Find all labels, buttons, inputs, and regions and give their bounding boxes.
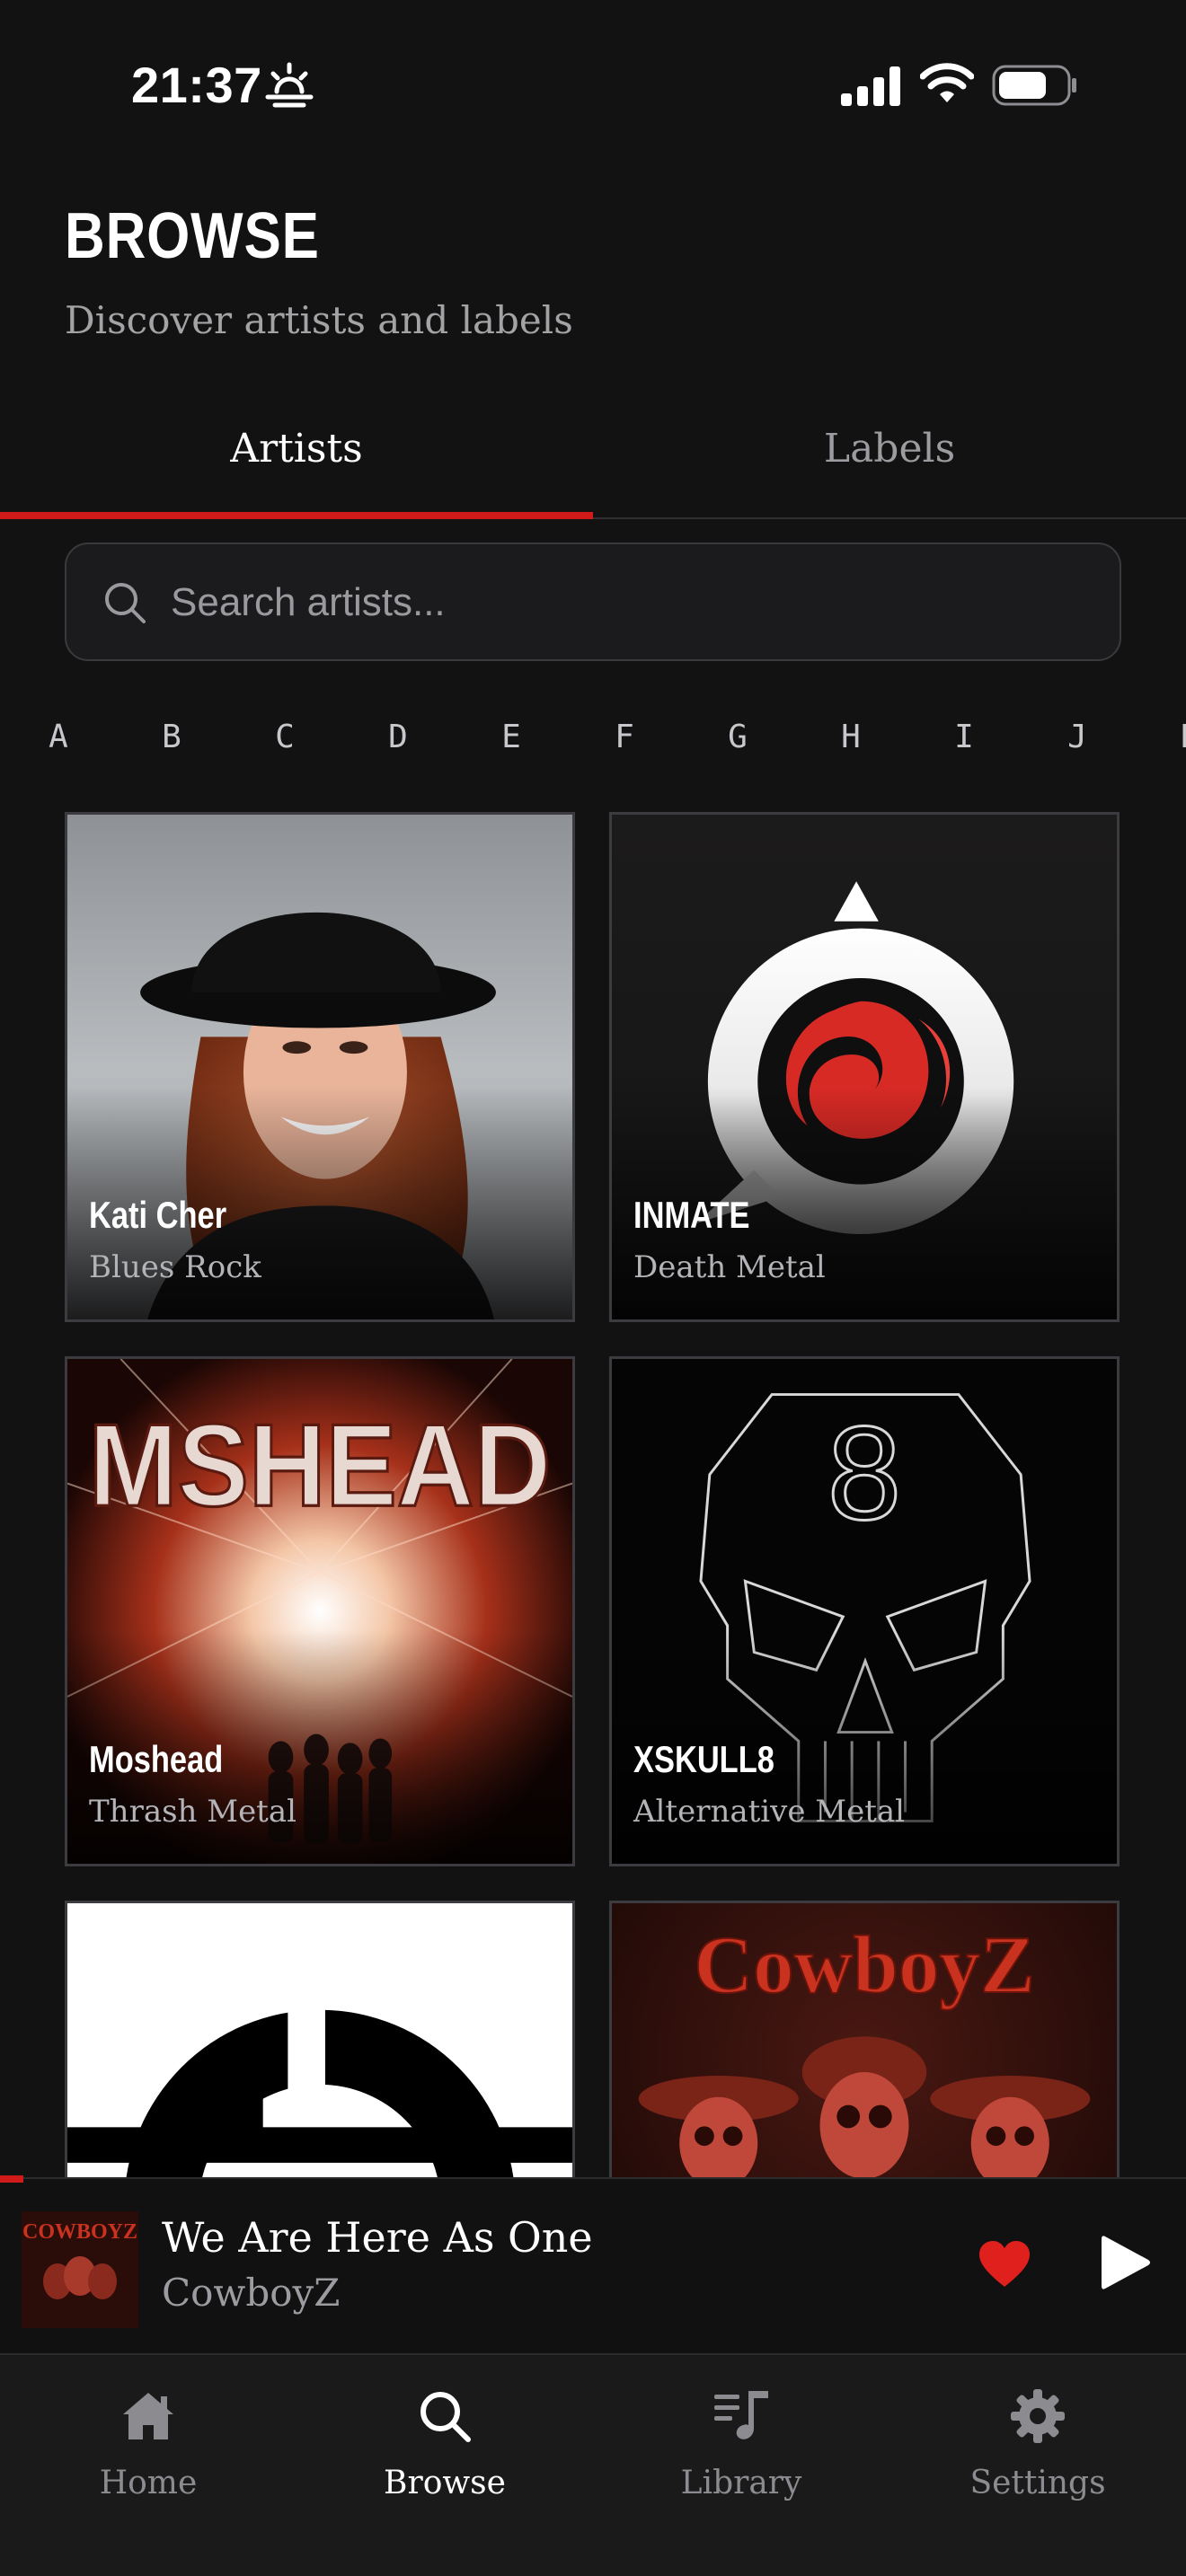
nav-home-label: Home xyxy=(99,2465,198,2501)
alpha-letter-d[interactable]: D xyxy=(371,719,425,755)
now-playing-artwork-text: COWBOYZ xyxy=(22,2220,137,2244)
nav-library[interactable]: Library xyxy=(593,2387,890,2513)
cowboyz-logo-text: CowboyZ xyxy=(694,1919,1034,2010)
browse-screen: 21:37 BROWSE Discover artists and labels… xyxy=(0,0,1186,2576)
music-note-icon xyxy=(714,2391,768,2439)
nav-settings[interactable]: Settings xyxy=(890,2387,1186,2513)
mini-player[interactable]: COWBOYZ We Are Here As One CowboyZ xyxy=(0,2175,1186,2353)
home-icon xyxy=(123,2393,173,2439)
artist-card-kati-cher[interactable]: Kati Cher Blues Rock xyxy=(65,812,575,1322)
alpha-letter-g[interactable]: G xyxy=(711,719,765,755)
alpha-letter-a[interactable]: A xyxy=(31,719,85,755)
alphabet-index: A B C D E F G H I J K xyxy=(0,719,1186,772)
now-playing-artwork: COWBOYZ xyxy=(22,2211,138,2328)
battery-icon xyxy=(992,65,1076,106)
search-input[interactable] xyxy=(171,573,1069,632)
artist-name: Moshead xyxy=(89,1738,224,1780)
search-icon xyxy=(105,583,146,623)
artist-genre: Alternative Metal xyxy=(633,1794,906,1830)
artist-genre: Thrash Metal xyxy=(89,1794,296,1830)
nav-home[interactable]: Home xyxy=(0,2387,296,2513)
alpha-letter-k[interactable]: K xyxy=(1164,719,1186,755)
sunset-icon xyxy=(265,62,314,108)
bottom-navigation: Home Browse Library Settings xyxy=(0,2353,1186,2576)
nav-library-label: Library xyxy=(680,2465,802,2501)
search-bar[interactable] xyxy=(65,543,1121,661)
cellular-signal-icon xyxy=(841,66,900,106)
status-time: 21:37 xyxy=(131,57,262,113)
artist-genre: Blues Rock xyxy=(89,1249,261,1285)
alpha-letter-j[interactable]: J xyxy=(1050,719,1104,755)
moshead-logo-text: MSHEAD xyxy=(89,1400,551,1531)
xskull8-logo-text: 8 xyxy=(828,1399,902,1548)
alpha-letter-h[interactable]: H xyxy=(824,719,878,755)
gear-icon xyxy=(1011,2389,1065,2443)
page-subtitle: Discover artists and labels xyxy=(65,298,573,342)
playback-progress-bar[interactable] xyxy=(0,2175,24,2183)
wifi-icon xyxy=(920,63,974,102)
alpha-letter-c[interactable]: C xyxy=(258,719,312,755)
page-title: BROWSE xyxy=(65,200,320,272)
now-playing-artist: CowboyZ xyxy=(162,2271,341,2315)
artist-genre: Death Metal xyxy=(633,1249,826,1285)
alpha-letter-b[interactable]: B xyxy=(145,719,199,755)
now-playing-title: We Are Here As One xyxy=(162,2213,593,2262)
play-icon[interactable] xyxy=(1100,2233,1152,2292)
nav-browse-label: Browse xyxy=(384,2465,506,2501)
alpha-letter-e[interactable]: E xyxy=(484,719,538,755)
artist-card-moshead[interactable]: MSHEAD Moshead Thrash Metal xyxy=(65,1356,575,1866)
heart-icon[interactable] xyxy=(978,2240,1031,2289)
active-tab-indicator xyxy=(0,512,593,519)
alpha-letter-i[interactable]: I xyxy=(937,719,991,755)
search-icon xyxy=(420,2392,471,2442)
artist-card-xskull8[interactable]: 8 XSKULL8 Alternative Metal xyxy=(609,1356,1120,1866)
tab-labels[interactable]: Labels xyxy=(593,426,1186,472)
artist-card-inmate[interactable]: INMATE Death Metal xyxy=(609,812,1120,1322)
nav-settings-label: Settings xyxy=(969,2465,1106,2501)
artist-name: Kati Cher xyxy=(89,1194,227,1236)
artist-name: INMATE xyxy=(633,1194,750,1236)
tab-artists[interactable]: Artists xyxy=(0,426,593,472)
alpha-letter-f[interactable]: F xyxy=(597,719,651,755)
nav-browse[interactable]: Browse xyxy=(296,2387,593,2513)
artist-name: XSKULL8 xyxy=(633,1738,774,1780)
